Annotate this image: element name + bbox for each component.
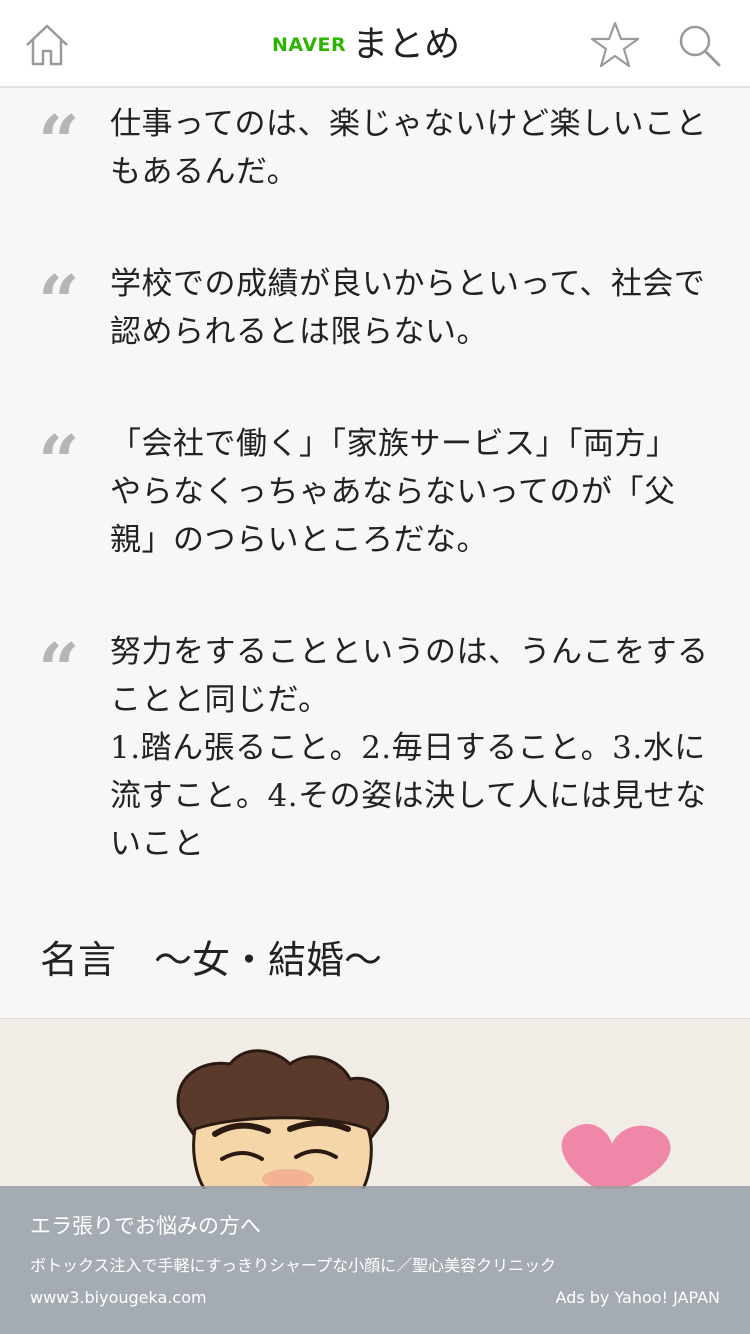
quote-text: 努力をすることというのは、うんこをする ことと同じだ。 1.踏ん張ること。2.毎… [110, 634, 709, 862]
article-illustration [0, 1018, 750, 1189]
star-icon[interactable] [590, 20, 640, 70]
quote-mark-icon: “ [38, 426, 80, 474]
brand-label: NAVER [272, 34, 347, 56]
top-nav-bar: NAVER まとめ [0, 0, 750, 88]
cartoon-character-image [176, 1049, 671, 1189]
section-heading: 名言 ～女・結婚～ [40, 938, 383, 982]
search-icon[interactable] [676, 22, 722, 68]
ad-url[interactable]: www3.biyougeka.com [30, 1288, 207, 1307]
home-icon[interactable] [24, 22, 70, 68]
ad-description[interactable]: ボトックス注入で手軽にすっきりシャープな小顔に／聖心美容クリニック [30, 1252, 556, 1276]
quote-mark-icon: “ [38, 106, 80, 154]
quote-mark-icon: “ [38, 634, 80, 682]
ad-banner[interactable]: エラ張りでお悩みの方へ ボトックス注入で手軽にすっきりシャープな小顔に／聖心美容… [0, 1186, 750, 1334]
quote-mark-icon: “ [38, 266, 80, 314]
ad-title[interactable]: エラ張りでお悩みの方へ [30, 1210, 261, 1240]
app-title: まとめ [352, 24, 461, 65]
quote-text: 「会社で働く」「家族サービス」「両方」 やらなくっちゃあならないってのが「父 親… [110, 426, 678, 558]
quote-text: 学校での成績が良いからといって、社会で 認められるとは限らない。 [110, 266, 706, 350]
quote-text: 仕事ってのは、楽じゃないけど楽しいこと もあるんだ。 [110, 106, 707, 190]
naver-matome-logo[interactable]: NAVER まとめ [272, 22, 460, 68]
ad-attribution[interactable]: Ads by Yahoo! JAPAN [556, 1288, 720, 1307]
